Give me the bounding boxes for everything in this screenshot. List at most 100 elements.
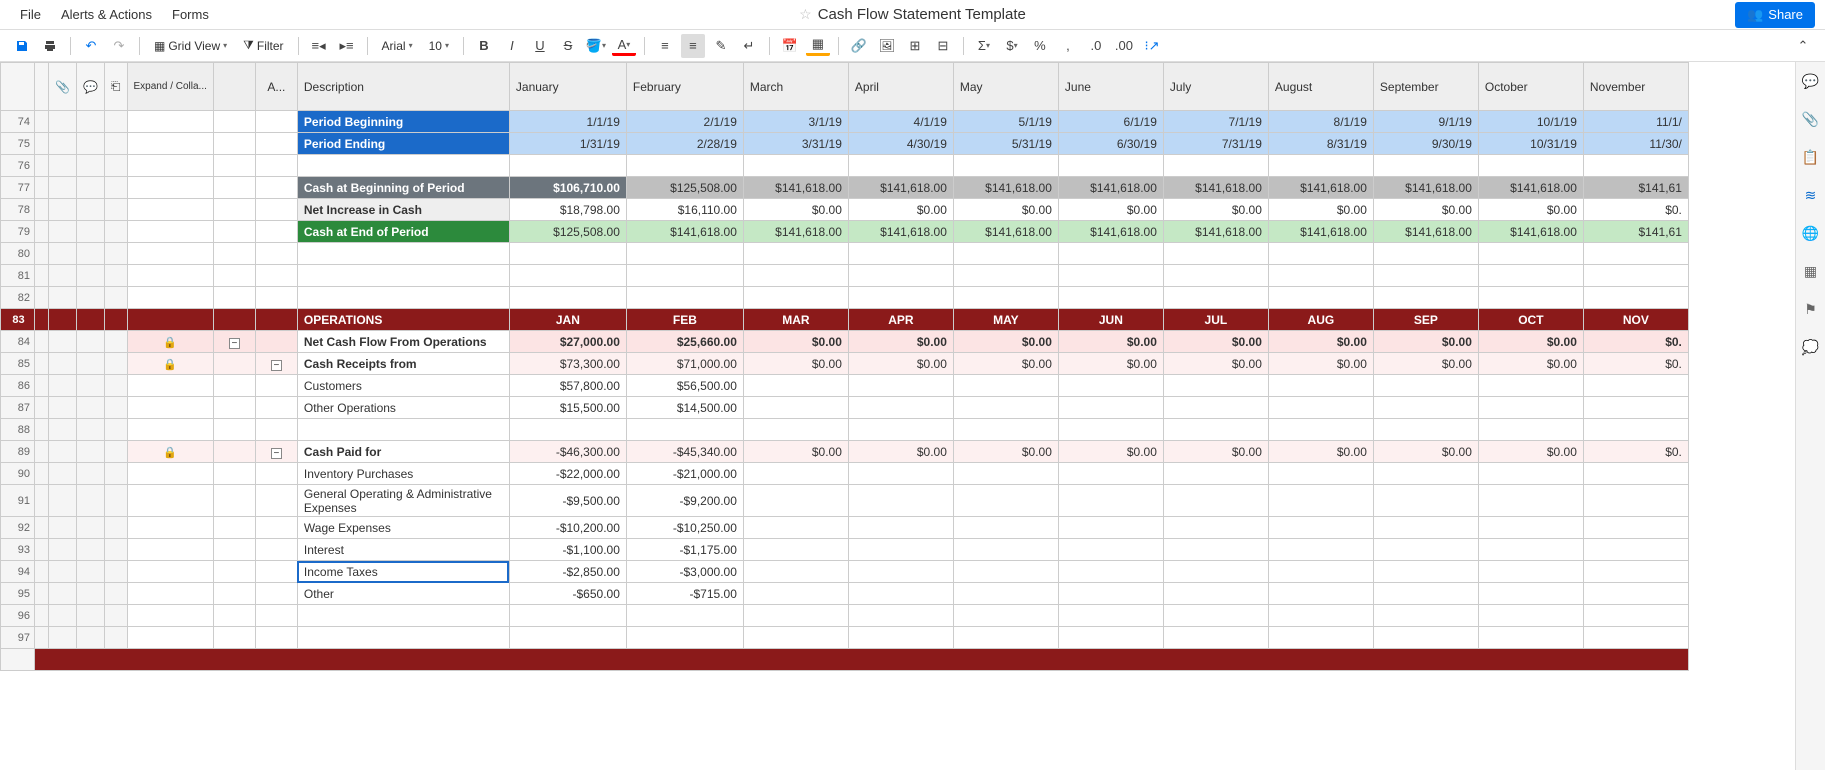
row-92[interactable]: 92Wage Expenses-$10,200.00-$10,250.00 <box>1 517 1689 539</box>
row-96[interactable]: 96 <box>1 605 1689 627</box>
menu-file[interactable]: File <box>10 3 51 26</box>
link-icon[interactable]: 🔗 <box>847 34 871 58</box>
row-82[interactable]: 82 <box>1 287 1689 309</box>
increase-decimal-icon[interactable]: .00 <box>1112 34 1136 58</box>
share-button[interactable]: 👥 Share <box>1735 2 1815 28</box>
row-79[interactable]: 79Cash at End of Period$125,508.00$141,6… <box>1 221 1689 243</box>
align-center-icon[interactable]: ≡ <box>681 34 705 58</box>
percent-icon[interactable]: % <box>1028 34 1052 58</box>
row-78[interactable]: 78Net Increase in Cash$18,798.00$16,110.… <box>1 199 1689 221</box>
grid[interactable]: 📎💬⎗ Expand / Colla... A... Description J… <box>0 62 1795 770</box>
row-84[interactable]: 84🔒−Net Cash Flow From Operations$27,000… <box>1 331 1689 353</box>
thousands-icon[interactable]: , <box>1056 34 1080 58</box>
row-97[interactable]: 97 <box>1 627 1689 649</box>
publish-panel-icon[interactable]: 🌐 <box>1802 224 1820 242</box>
row-86[interactable]: 86Customers$57,800.00$56,500.00 <box>1 375 1689 397</box>
col-month[interactable]: April <box>848 63 953 111</box>
highlight-icon[interactable]: ✎ <box>709 34 733 58</box>
row-89[interactable]: 89🔒−Cash Paid for-$46,300.00-$45,340.00$… <box>1 441 1689 463</box>
row-93[interactable]: 93Interest-$1,100.00-$1,175.00 <box>1 539 1689 561</box>
row-91[interactable]: 91General Operating & Administrative Exp… <box>1 485 1689 517</box>
row-88[interactable]: 88 <box>1 419 1689 441</box>
col-month[interactable]: November <box>1583 63 1688 111</box>
title-text: Cash Flow Statement Template <box>818 6 1026 23</box>
date-format-icon[interactable]: 📅 <box>778 34 802 58</box>
chat-panel-icon[interactable]: 💭 <box>1802 338 1820 356</box>
row-87[interactable]: 87Other Operations$15,500.00$14,500.00 <box>1 397 1689 419</box>
col-month[interactable]: October <box>1478 63 1583 111</box>
col-month[interactable]: March <box>743 63 848 111</box>
star-icon[interactable]: ☆ <box>799 6 812 23</box>
format-panel-icon[interactable]: ▦ <box>1802 262 1820 280</box>
insert-icon[interactable]: ⊞ <box>903 34 927 58</box>
decrease-decimal-icon[interactable]: .0 <box>1084 34 1108 58</box>
info-panel-icon[interactable]: ⚑ <box>1802 300 1820 318</box>
col-description[interactable]: Description <box>297 63 509 111</box>
row-85[interactable]: 85🔒−Cash Receipts from$73,300.00$71,000.… <box>1 353 1689 375</box>
col-month[interactable]: June <box>1058 63 1163 111</box>
col-month[interactable]: August <box>1268 63 1373 111</box>
attachments-panel-icon[interactable]: 📎 <box>1802 110 1820 128</box>
indent-icon[interactable]: ▸≡ <box>335 34 359 58</box>
menu-alerts[interactable]: Alerts & Actions <box>51 3 162 26</box>
proofs-panel-icon[interactable]: 📋 <box>1802 148 1820 166</box>
merge-icon[interactable]: ⊟ <box>931 34 955 58</box>
collapse-icon[interactable]: − <box>229 338 240 349</box>
wrap-text-icon[interactable]: ↵ <box>737 34 761 58</box>
italic-icon[interactable]: I <box>500 34 524 58</box>
document-title: ☆ Cash Flow Statement Template <box>799 6 1026 23</box>
grid-icon: ▦ <box>154 39 165 53</box>
comment-header-icon[interactable]: 💬 <box>76 63 104 111</box>
col-month[interactable]: September <box>1373 63 1478 111</box>
row-81[interactable]: 81 <box>1 265 1689 287</box>
activity-panel-icon[interactable]: ≋ <box>1802 186 1820 204</box>
font-size-selector[interactable]: 10 ▾ <box>423 39 455 53</box>
filter-icon: ⧩ <box>243 38 254 53</box>
text-color-icon[interactable]: A▾ <box>612 36 636 56</box>
row-90[interactable]: 90Inventory Purchases-$22,000.00-$21,000… <box>1 463 1689 485</box>
col-month[interactable]: May <box>953 63 1058 111</box>
col-month[interactable]: January <box>509 63 626 111</box>
print-icon[interactable] <box>38 34 62 58</box>
lock-icon: 🔒 <box>163 359 177 371</box>
collapse-icon[interactable]: − <box>271 360 282 371</box>
row-94[interactable]: 94Income Taxes-$2,850.00-$3,000.00 <box>1 561 1689 583</box>
col-month[interactable]: July <box>1163 63 1268 111</box>
row-80[interactable]: 80 <box>1 243 1689 265</box>
row-77[interactable]: 77Cash at Beginning of Period$106,710.00… <box>1 177 1689 199</box>
outdent-icon[interactable]: ≡◂ <box>307 34 331 58</box>
collapse-icon[interactable]: − <box>271 448 282 459</box>
row-76[interactable]: 76 <box>1 155 1689 177</box>
view-switcher[interactable]: ▦ Grid View ▾ <box>148 39 233 53</box>
underline-icon[interactable]: U <box>528 34 552 58</box>
column-header-row: 📎💬⎗ Expand / Colla... A... Description J… <box>1 63 1689 111</box>
more-format-icon[interactable]: ⁝↗ <box>1140 34 1164 58</box>
row-75[interactable]: 75Period Ending1/31/192/28/193/31/194/30… <box>1 133 1689 155</box>
col-a[interactable]: A... <box>255 63 297 111</box>
sum-icon[interactable]: Σ ▾ <box>972 34 996 58</box>
collapse-toolbar-icon[interactable]: ⌃ <box>1791 34 1815 58</box>
bold-icon[interactable]: B <box>472 34 496 58</box>
row-74[interactable]: 74Period Beginning1/1/192/1/193/1/194/1/… <box>1 111 1689 133</box>
image-icon[interactable]: 🖼 <box>875 34 899 58</box>
undo-icon[interactable]: ↶ <box>79 34 103 58</box>
fill-color-icon[interactable]: 🪣▾ <box>584 34 608 58</box>
proof-header-icon[interactable]: ⎗ <box>104 63 127 111</box>
currency-icon[interactable]: $ ▾ <box>1000 34 1024 58</box>
menu-forms[interactable]: Forms <box>162 3 219 26</box>
conditional-format-icon[interactable]: ▦ <box>806 36 830 56</box>
attachment-header-icon[interactable]: 📎 <box>49 63 77 111</box>
redo-icon[interactable]: ↷ <box>107 34 131 58</box>
lock-icon: 🔒 <box>163 447 177 459</box>
save-icon[interactable] <box>10 34 34 58</box>
col-expand[interactable]: Expand / Colla... <box>127 63 213 111</box>
comments-panel-icon[interactable]: 💬 <box>1802 72 1820 90</box>
row-83[interactable]: 83OPERATIONSJANFEBMARAPRMAYJUNJULAUGSEPO… <box>1 309 1689 331</box>
filter-button[interactable]: ⧩ Filter <box>237 38 289 53</box>
col-month[interactable]: February <box>626 63 743 111</box>
strikethrough-icon[interactable]: S <box>556 34 580 58</box>
font-selector[interactable]: Arial ▾ <box>376 39 419 53</box>
row-95[interactable]: 95Other-$650.00-$715.00 <box>1 583 1689 605</box>
lock-icon: 🔒 <box>163 337 177 349</box>
align-left-icon[interactable]: ≡ <box>653 34 677 58</box>
